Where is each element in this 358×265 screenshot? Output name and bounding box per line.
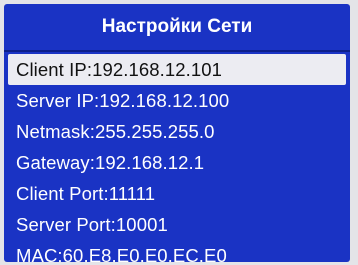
setting-value: 60.E8.E0.E0.EC.E0 (62, 245, 227, 262)
setting-label: Client Port (16, 183, 104, 204)
network-settings-list: Client IP:192.168.12.101 Server IP:192.1… (4, 54, 350, 262)
setting-value: 11111 (108, 183, 156, 204)
setting-value: 192.168.12.101 (92, 59, 223, 80)
screen-title: Настройки Сети (101, 16, 253, 37)
setting-label: Server IP (16, 90, 95, 111)
setting-client-port[interactable]: Client Port:11111 (4, 178, 350, 209)
title-divider (4, 50, 350, 52)
setting-value: 10001 (115, 214, 168, 235)
setting-mac[interactable]: MAC:60.E8.E0.E0.EC.E0 (4, 240, 350, 262)
setting-netmask[interactable]: Netmask:255.255.255.0 (4, 116, 350, 147)
setting-label: Client IP (16, 59, 87, 80)
setting-label: Gateway (16, 152, 90, 173)
device-bezel: Настройки Сети Client IP:192.168.12.101 … (0, 0, 358, 265)
setting-label: Netmask (16, 121, 90, 142)
setting-client-ip[interactable]: Client IP:192.168.12.101 (8, 54, 346, 85)
setting-value: 255.255.255.0 (94, 121, 215, 142)
setting-server-port[interactable]: Server Port:10001 (4, 209, 350, 240)
setting-value: 192.168.12.1 (94, 152, 205, 173)
setting-label: Server Port (16, 214, 111, 235)
setting-gateway[interactable]: Gateway:192.168.12.1 (4, 147, 350, 178)
setting-label: MAC (16, 245, 58, 262)
setting-value: 192.168.12.100 (99, 90, 230, 111)
device-screen: Настройки Сети Client IP:192.168.12.101 … (4, 4, 350, 262)
setting-server-ip[interactable]: Server IP:192.168.12.100 (4, 85, 350, 116)
